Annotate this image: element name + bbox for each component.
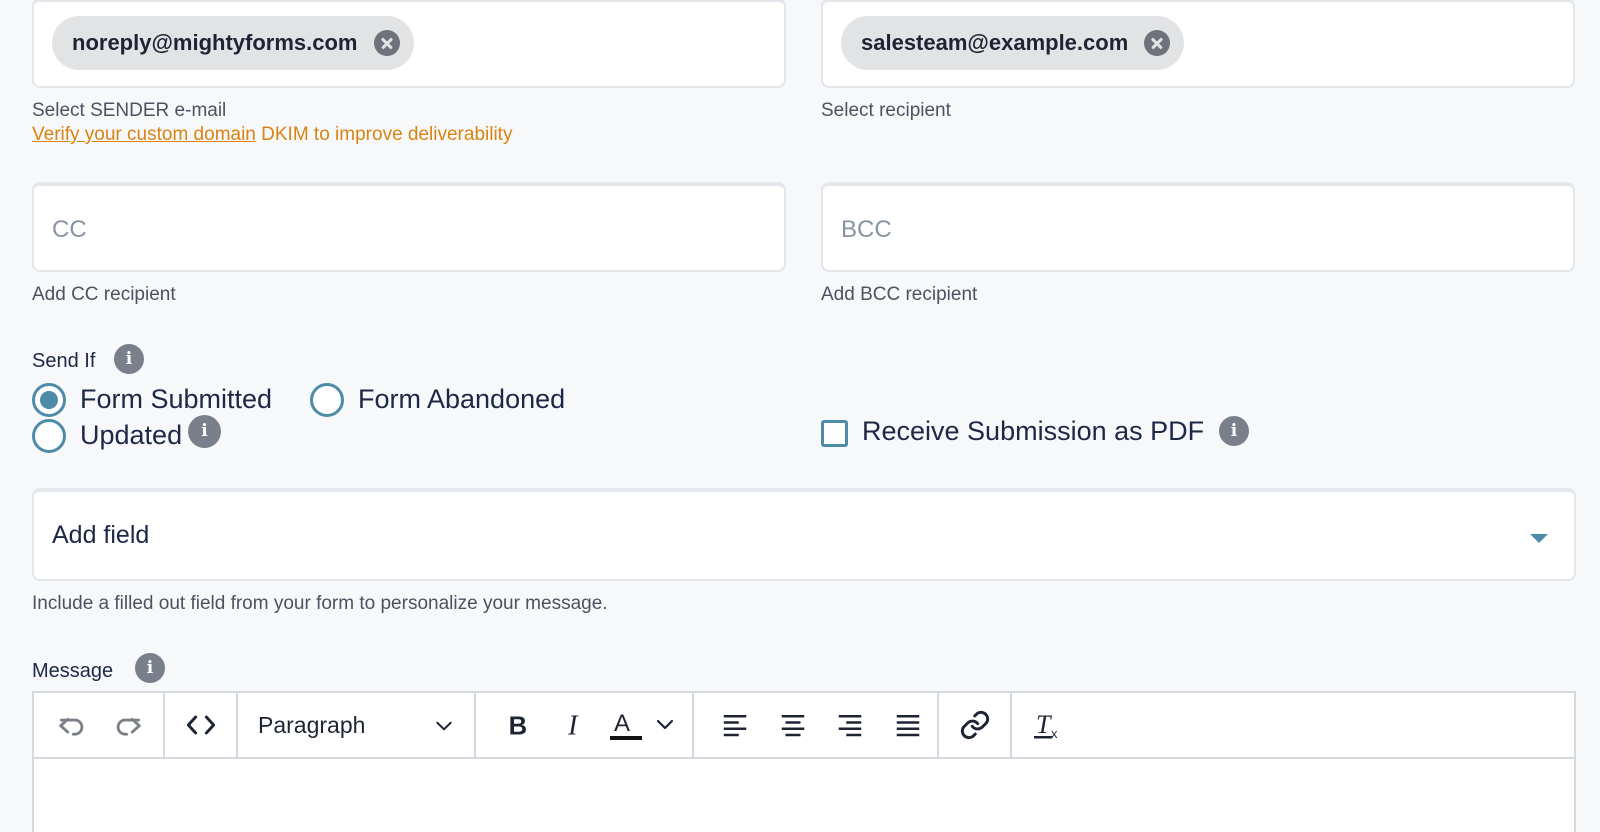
italic-icon[interactable]: I xyxy=(546,692,602,758)
sender-email-chip-label: noreply@mightyforms.com xyxy=(72,30,358,55)
block-format-group: Paragraph xyxy=(238,693,476,757)
history-group xyxy=(34,693,165,757)
align-center-icon[interactable] xyxy=(764,692,822,758)
sender-help-text: Select SENDER e-mail xyxy=(32,100,227,121)
bold-icon[interactable]: B xyxy=(490,692,546,758)
add-field-label: Add field xyxy=(52,521,150,549)
form-abandoned-label[interactable]: Form Abandoned xyxy=(358,384,565,415)
recipient-email-chip: salesteam@example.com xyxy=(841,16,1185,70)
undo-icon[interactable] xyxy=(44,692,100,758)
updated-info-icon[interactable]: i xyxy=(188,415,221,448)
bcc-help-text: Add BCC recipient xyxy=(821,284,978,305)
bcc-placeholder: BCC xyxy=(841,216,892,243)
updated-label[interactable]: Updated xyxy=(80,420,182,451)
message-body[interactable] xyxy=(34,759,1574,832)
link-icon[interactable] xyxy=(947,692,1003,758)
chevron-down-icon xyxy=(1530,534,1548,543)
message-label: Message xyxy=(32,660,114,682)
pdf-checkbox[interactable] xyxy=(821,420,848,447)
recipient-help-text: Select recipient xyxy=(821,100,951,121)
editor-toolbar: Paragraph B I A T x xyxy=(34,693,1574,759)
recipient-email-field[interactable]: salesteam@example.com xyxy=(821,0,1575,88)
remove-sender-icon[interactable] xyxy=(373,30,400,56)
svg-text:B: B xyxy=(509,712,528,740)
format-chevron-down-icon xyxy=(436,721,452,731)
send-if-label: Send If xyxy=(32,350,96,372)
svg-text:x: x xyxy=(1051,726,1058,741)
code-group xyxy=(165,693,238,757)
add-field-help-text: Include a filled out field from your for… xyxy=(32,593,608,614)
bcc-input[interactable]: BCC xyxy=(821,182,1575,272)
cc-help-text: Add CC recipient xyxy=(32,284,176,305)
form-submitted-label[interactable]: Form Submitted xyxy=(80,384,272,415)
block-format-select[interactable]: Paragraph xyxy=(238,692,474,758)
clear-format-icon[interactable]: Tx xyxy=(1021,692,1077,758)
pdf-info-icon[interactable]: i xyxy=(1219,416,1249,446)
alignment-group xyxy=(694,693,939,757)
link-group xyxy=(939,693,1012,757)
updated-radio[interactable] xyxy=(32,419,66,453)
cc-placeholder: CC xyxy=(52,216,87,243)
svg-text:T: T xyxy=(1036,710,1052,739)
message-info-icon[interactable]: i xyxy=(135,653,165,683)
source-code-icon[interactable] xyxy=(173,692,229,758)
sender-email-chip: noreply@mightyforms.com xyxy=(52,16,414,70)
block-format-value: Paragraph xyxy=(258,711,366,738)
clear-format-group: Tx xyxy=(1012,693,1085,757)
add-field-select[interactable]: Add field xyxy=(32,488,1576,581)
message-editor[interactable]: Paragraph B I A T x xyxy=(32,691,1576,832)
send-if-info-icon[interactable]: i xyxy=(114,344,144,374)
svg-text:I: I xyxy=(567,710,579,740)
dkim-warning: Verify your custom domain DKIM to improv… xyxy=(32,124,512,146)
recipient-email-chip-label: salesteam@example.com xyxy=(861,30,1129,55)
inline-format-group: B I A xyxy=(476,693,694,757)
redo-icon[interactable] xyxy=(100,692,156,758)
form-abandoned-radio[interactable] xyxy=(310,383,344,417)
align-justify-icon[interactable] xyxy=(879,692,937,758)
dkim-warning-text: DKIM to improve deliverability xyxy=(255,124,513,145)
cc-input[interactable]: CC xyxy=(32,182,786,272)
sender-email-field[interactable]: noreply@mightyforms.com xyxy=(32,0,786,88)
remove-recipient-icon[interactable] xyxy=(1144,30,1171,56)
form-submitted-radio[interactable] xyxy=(32,383,66,417)
pdf-label[interactable]: Receive Submission as PDF xyxy=(862,416,1204,447)
svg-text:A: A xyxy=(614,710,630,737)
align-right-icon[interactable] xyxy=(822,692,880,758)
text-color-icon[interactable]: A xyxy=(602,692,684,758)
align-left-icon[interactable] xyxy=(706,692,764,758)
verify-domain-link[interactable]: Verify your custom domain xyxy=(32,124,256,145)
